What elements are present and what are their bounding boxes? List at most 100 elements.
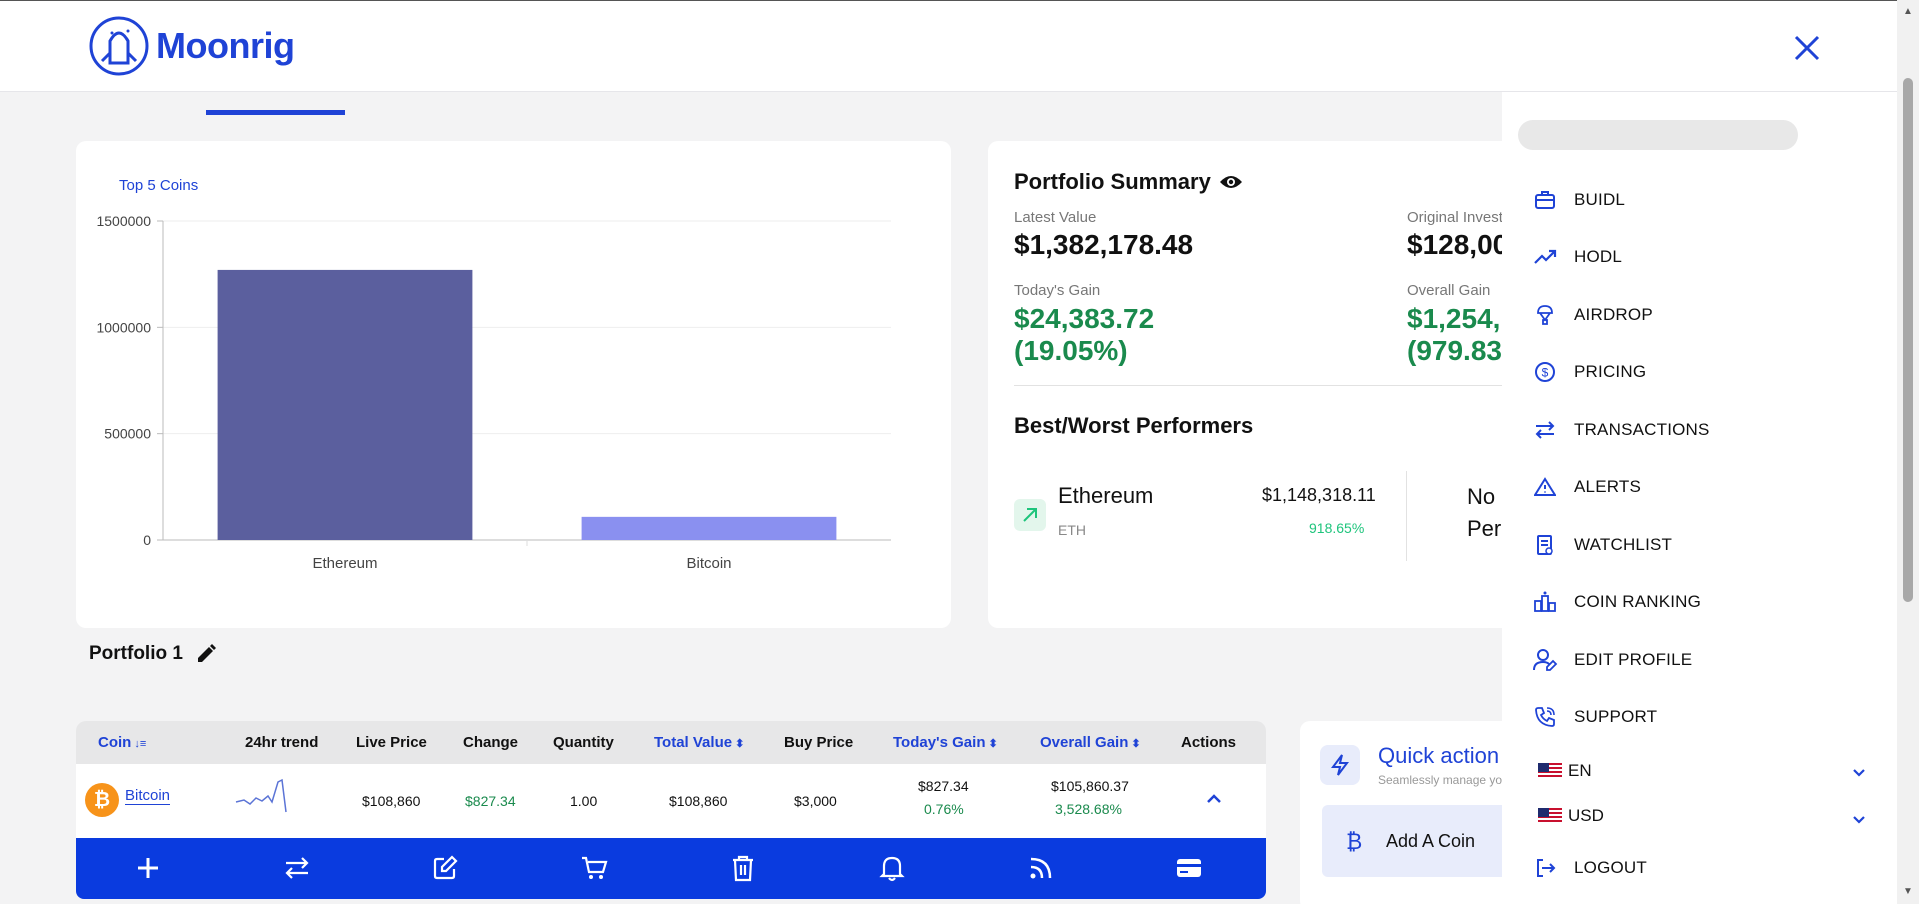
coin-header-label: Coin bbox=[98, 734, 132, 751]
menu-label: AIRDROP bbox=[1574, 305, 1653, 324]
quick-action-subtitle: Seamlessly manage yo bbox=[1378, 773, 1503, 787]
currency-select[interactable]: USD bbox=[1538, 806, 1604, 826]
menu-item-buidl[interactable]: BUIDL bbox=[1530, 185, 1625, 215]
menu-item-edit-profile[interactable]: EDIT PROFILE bbox=[1530, 645, 1692, 675]
table-row: ₿ Bitcoin $108,860 $827.34 1.00 $108,860… bbox=[76, 764, 1266, 838]
table-header: Coin ↓≡ 24hr trend Live Price Change Quan… bbox=[76, 721, 1266, 764]
watchlist-icon bbox=[1530, 530, 1560, 560]
trash-icon[interactable] bbox=[727, 852, 759, 884]
ranking-icon bbox=[1530, 587, 1560, 617]
bar-bitcoin bbox=[581, 516, 837, 540]
best-performer-pct: 918.65% bbox=[1309, 520, 1365, 536]
add-coin-label: Add A Coin bbox=[1386, 831, 1476, 851]
overall-gain-header[interactable]: Overall Gain ⬍ bbox=[1040, 734, 1141, 751]
quantity-cell: 1.00 bbox=[570, 793, 598, 809]
chevron-up-icon[interactable] bbox=[1206, 792, 1222, 804]
total-value-header-label: Total Value bbox=[654, 734, 733, 751]
original-invest-value: $128,00 bbox=[1407, 229, 1509, 260]
latest-value-label: Latest Value bbox=[1014, 209, 1097, 226]
menu-label: PRICING bbox=[1574, 362, 1647, 381]
plus-icon[interactable] bbox=[132, 852, 164, 884]
coin-header[interactable]: Coin ↓≡ bbox=[98, 734, 146, 751]
scroll-down-icon[interactable]: ▼ bbox=[1903, 886, 1913, 897]
portfolio-name: Portfolio 1 bbox=[89, 643, 217, 665]
menu-item-hodl[interactable]: HODL bbox=[1530, 242, 1622, 272]
sort-icon: ↓≡ bbox=[134, 738, 147, 750]
menu-item-airdrop[interactable]: AIRDROP bbox=[1530, 300, 1653, 330]
swap-icon[interactable] bbox=[281, 852, 313, 884]
x-tick-label: Bitcoin bbox=[686, 555, 731, 572]
user-edit-icon bbox=[1530, 645, 1560, 675]
coin-name-link[interactable]: Bitcoin bbox=[125, 787, 171, 805]
menu-label: SUPPORT bbox=[1574, 707, 1658, 726]
overall-gain-value: $1,254,1 bbox=[1407, 303, 1516, 334]
quick-action-title: Quick action bbox=[1378, 743, 1500, 768]
phone-icon bbox=[1530, 702, 1560, 732]
menu-item-transactions[interactable]: TRANSACTIONS bbox=[1530, 415, 1710, 445]
page-scrollbar[interactable]: ▲ ▼ bbox=[1897, 0, 1919, 904]
worst-performer-empty: No Per bbox=[1467, 481, 1501, 545]
menu-item-coin-ranking[interactable]: COIN RANKING bbox=[1530, 587, 1701, 617]
logout-icon bbox=[1530, 853, 1560, 883]
bar-ethereum bbox=[217, 269, 473, 540]
eye-icon[interactable] bbox=[1219, 174, 1243, 190]
card-icon[interactable] bbox=[1173, 852, 1205, 884]
bar-chart: 1500000 1000000 500000 0 Ethereum Bitcoin bbox=[96, 213, 891, 572]
original-invest-label: Original Invest bbox=[1407, 209, 1503, 226]
cart-icon[interactable] bbox=[578, 852, 610, 884]
menu-item-logout[interactable]: LOGOUT bbox=[1530, 853, 1647, 883]
y-tick-label: 1000000 bbox=[96, 319, 151, 335]
y-tick-label: 500000 bbox=[104, 426, 151, 442]
buy-price-cell: $3,000 bbox=[794, 793, 837, 809]
user-name-blurred bbox=[1518, 120, 1798, 150]
close-icon[interactable] bbox=[1792, 33, 1822, 63]
moonrig-logo[interactable]: Moonrig bbox=[88, 15, 295, 77]
best-performer-name: Ethereum bbox=[1058, 483, 1154, 508]
menu-item-support[interactable]: SUPPORT bbox=[1530, 702, 1657, 732]
scroll-thumb[interactable] bbox=[1903, 78, 1913, 602]
top-header: Moonrig bbox=[0, 0, 1919, 92]
todays-gain-pct: (19.05%) bbox=[1014, 335, 1128, 366]
edit-icon[interactable] bbox=[429, 852, 461, 884]
language-select[interactable]: EN bbox=[1538, 761, 1592, 781]
pencil-icon[interactable] bbox=[195, 643, 217, 665]
moonrig-logo-icon bbox=[89, 16, 149, 76]
overall-gain-cell: $105,860.37 bbox=[1051, 778, 1129, 794]
chevron-down-icon[interactable] bbox=[1852, 768, 1866, 778]
overall-gain-header-label: Overall Gain bbox=[1040, 734, 1129, 751]
arrow-up-right-icon bbox=[1014, 499, 1046, 531]
change-cell: $827.34 bbox=[465, 793, 516, 809]
actions-header: Actions bbox=[1181, 734, 1237, 751]
bell-icon[interactable] bbox=[876, 852, 908, 884]
todays-gain-header-label: Today's Gain bbox=[893, 734, 986, 751]
us-flag-icon bbox=[1538, 763, 1562, 779]
todays-gain-cell: $827.34 bbox=[918, 778, 969, 794]
sort-icon: ⬍ bbox=[735, 738, 745, 750]
holdings-table: Coin ↓≡ 24hr trend Live Price Change Quan… bbox=[76, 721, 1266, 899]
briefcase-icon bbox=[1530, 185, 1560, 215]
portfolio-summary-title-text: Portfolio Summary bbox=[1014, 169, 1211, 194]
scroll-up-icon[interactable]: ▲ bbox=[1903, 6, 1913, 17]
menu-item-pricing[interactable]: $ PRICING bbox=[1530, 357, 1646, 387]
rss-icon[interactable] bbox=[1025, 852, 1057, 884]
y-tick-label: 1500000 bbox=[96, 213, 151, 229]
todays-gain-header[interactable]: Today's Gain ⬍ bbox=[893, 734, 998, 751]
overall-gain-pct: (979.83 bbox=[1407, 335, 1502, 366]
logo-text: Moonrig bbox=[156, 25, 295, 66]
total-value-header[interactable]: Total Value ⬍ bbox=[654, 734, 744, 751]
menu-label: HODL bbox=[1574, 247, 1623, 266]
top-coins-chart-card: Top 5 Coins 1500000 1000000 500000 0 Ethereu… bbox=[76, 141, 951, 628]
live-price-cell: $108,860 bbox=[362, 793, 421, 809]
menu-item-watchlist[interactable]: WATCHLIST bbox=[1530, 530, 1672, 560]
todays-gain-pct-cell: 0.76% bbox=[924, 801, 964, 817]
chevron-down-icon[interactable] bbox=[1852, 815, 1866, 825]
bitcoin-icon: ₿ bbox=[1346, 829, 1363, 854]
language-value: EN bbox=[1568, 761, 1592, 780]
overall-gain-label: Overall Gain bbox=[1407, 282, 1491, 299]
warning-icon bbox=[1530, 472, 1560, 502]
menu-label: LOGOUT bbox=[1574, 858, 1647, 877]
menu-item-alerts[interactable]: ALERTS bbox=[1530, 472, 1641, 502]
swap-icon bbox=[1530, 415, 1560, 445]
worst-performer-line2: Per bbox=[1467, 516, 1502, 541]
svg-text:$: $ bbox=[1542, 366, 1549, 380]
